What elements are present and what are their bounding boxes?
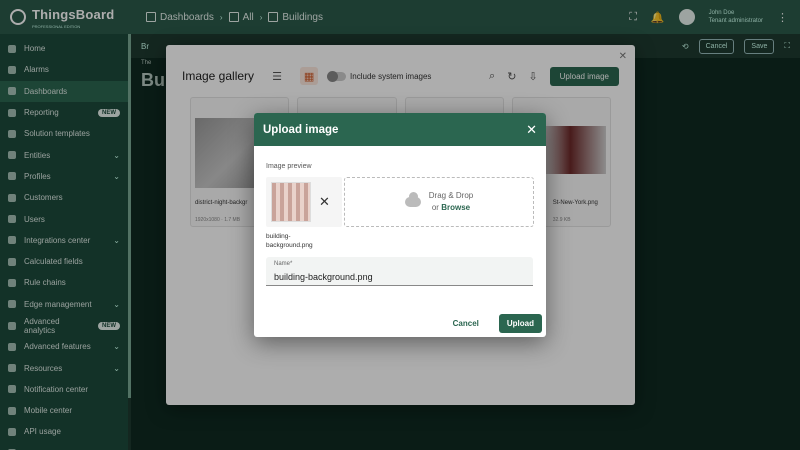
drag-drop-text: Drag & Drop — [428, 191, 474, 200]
name-input[interactable] — [274, 272, 525, 282]
name-field-label: Name* — [274, 261, 293, 267]
upload-image-dialog: Upload image ✕ Image preview ✕ building-… — [254, 113, 546, 337]
upload-dialog-title: Upload image — [263, 123, 339, 136]
dialog-actions: Cancel Upload — [445, 314, 542, 333]
cancel-button[interactable]: Cancel — [445, 314, 487, 333]
image-preview-label: Image preview — [266, 163, 312, 170]
or-text: or — [431, 203, 439, 212]
image-preview: ✕ — [266, 177, 342, 227]
browse-link[interactable]: Browse — [441, 203, 470, 212]
preview-file-name: building-background.png — [266, 233, 313, 249]
name-field: Name* — [266, 257, 533, 286]
image-preview-thumbnail — [271, 182, 311, 222]
remove-icon[interactable]: ✕ — [319, 194, 330, 210]
close-icon[interactable]: ✕ — [526, 122, 537, 138]
upload-dialog-header: Upload image ✕ — [254, 113, 546, 146]
upload-button[interactable]: Upload — [498, 314, 542, 333]
cloud-upload-icon — [404, 192, 421, 207]
drop-zone[interactable]: Drag & Drop or Browse — [344, 177, 534, 227]
